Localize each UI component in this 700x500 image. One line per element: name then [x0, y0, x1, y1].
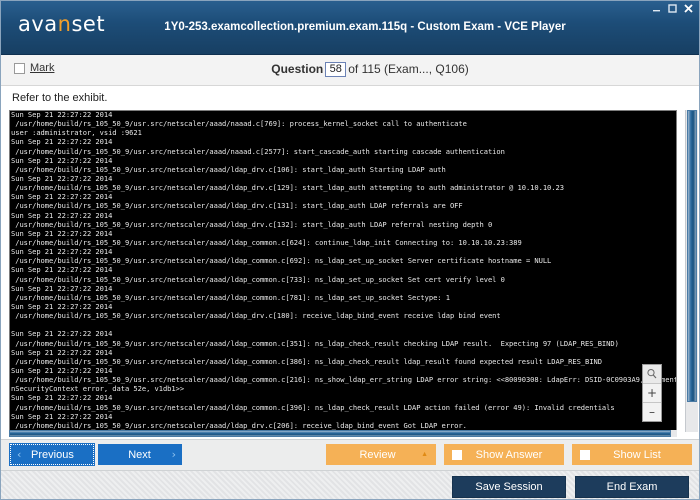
terminal-line: /usr/home/build/rs_105_50_9/usr.src/nets…	[11, 421, 677, 430]
terminal-line: Sun Sep 21 22:27:22 2014	[11, 156, 677, 165]
terminal-line: /usr/home/build/rs_105_50_9/usr.src/nets…	[11, 201, 677, 210]
terminal-line: /usr/home/build/rs_105_50_9/usr.src/nets…	[11, 275, 677, 284]
navigation-toolbar: ‹ Previous Next › Review ▲ Show Answer S…	[1, 439, 699, 471]
horizontal-scrollbar-thumb[interactable]	[9, 430, 671, 437]
window-controls	[651, 3, 694, 14]
magnifier-icon[interactable]	[643, 365, 661, 384]
question-counter: Question58of 115 (Exam..., Q106)	[1, 62, 699, 77]
show-answer-button[interactable]: Show Answer	[444, 444, 564, 465]
footer-bar: Save Session End Exam	[1, 471, 699, 500]
terminal-line: /usr/home/build/rs_105_50_9/usr.src/nets…	[11, 403, 677, 412]
refer-text: Refer to the exhibit.	[12, 92, 107, 104]
previous-button-label: Previous	[21, 449, 83, 461]
terminal-log-text: Sun Sep 21 22:27:22 2014 /usr/home/build…	[10, 110, 677, 432]
terminal-line: /usr/home/build/rs_105_50_9/usr.src/nets…	[11, 165, 677, 174]
review-button-label: Review	[334, 449, 421, 461]
terminal-line: Sun Sep 21 22:27:22 2014	[11, 302, 677, 311]
terminal-line: /usr/home/build/rs_105_50_9/usr.src/nets…	[11, 256, 677, 265]
vce-player-window: avanset 1Y0-253.examcollection.premium.e…	[0, 0, 700, 500]
terminal-line: Sun Sep 21 22:27:22 2014	[11, 137, 677, 146]
terminal-line: /usr/home/build/rs_105_50_9/usr.src/nets…	[11, 238, 677, 247]
end-exam-button[interactable]: End Exam	[575, 476, 689, 498]
terminal-line: /usr/home/build/rs_105_50_9/usr.src/nets…	[11, 119, 677, 128]
minimize-icon[interactable]	[651, 3, 662, 14]
terminal-line: /usr/home/build/rs_105_50_9/usr.src/nets…	[11, 339, 677, 348]
close-icon[interactable]	[683, 3, 694, 14]
terminal-line: /usr/home/build/rs_105_50_9/usr.src/nets…	[11, 375, 677, 384]
content-area: Refer to the exhibit. Sun Sep 21 22:27:2…	[1, 86, 699, 439]
terminal-line: Sun Sep 21 22:27:22 2014	[11, 211, 677, 220]
terminal-line: Sun Sep 21 22:27:22 2014	[11, 229, 677, 238]
caret-up-icon: ▲	[421, 451, 428, 458]
question-word: Question	[271, 62, 323, 76]
question-number-input[interactable]: 58	[325, 62, 346, 77]
terminal-line: Sun Sep 21 22:27:22 2014	[11, 265, 677, 274]
review-button[interactable]: Review ▲	[326, 444, 436, 465]
question-bar: Mark Question58of 115 (Exam..., Q106)	[1, 55, 699, 86]
terminal-line: /usr/home/build/rs_105_50_9/usr.src/nets…	[11, 183, 677, 192]
vertical-scrollbar-thumb[interactable]	[687, 110, 697, 402]
show-answer-label: Show Answer	[462, 449, 556, 461]
chevron-right-icon: ›	[172, 448, 176, 461]
terminal-line: Sun Sep 21 22:27:22 2014	[11, 393, 677, 402]
terminal-line: Sun Sep 21 22:27:22 2014	[11, 110, 677, 119]
terminal-line: Sun Sep 21 22:27:22 2014	[11, 247, 677, 256]
terminal-line: user :administrator, vsid :9621	[11, 128, 677, 137]
window-title: 1Y0-253.examcollection.premium.exam.115q…	[1, 21, 699, 33]
next-button-label: Next	[108, 449, 172, 461]
question-of-text: of 115 (Exam..., Q106)	[348, 62, 469, 76]
terminal-line: Sun Sep 21 22:27:22 2014	[11, 412, 677, 421]
next-button[interactable]: Next ›	[98, 444, 182, 465]
horizontal-scrollbar[interactable]	[9, 430, 677, 437]
terminal-line: /usr/home/build/rs_105_50_9/usr.src/nets…	[11, 357, 677, 366]
zoom-out-button[interactable]: –	[643, 403, 661, 421]
show-list-checkbox[interactable]	[580, 450, 590, 460]
terminal-line: /usr/home/build/rs_105_50_9/usr.src/nets…	[11, 147, 677, 156]
terminal-line: Sun Sep 21 22:27:22 2014	[11, 329, 677, 338]
title-bar: avanset 1Y0-253.examcollection.premium.e…	[1, 1, 699, 55]
previous-button[interactable]: ‹ Previous	[10, 444, 94, 465]
terminal-line: Sun Sep 21 22:27:22 2014	[11, 284, 677, 293]
show-list-button[interactable]: Show List	[572, 444, 692, 465]
save-session-button[interactable]: Save Session	[452, 476, 566, 498]
terminal-line: /usr/home/build/rs_105_50_9/usr.src/nets…	[11, 293, 677, 302]
terminal-line: Sun Sep 21 22:27:22 2014	[11, 174, 677, 183]
terminal-line: Sun Sep 21 22:27:22 2014	[11, 192, 677, 201]
terminal-line: Sun Sep 21 22:27:22 2014	[11, 366, 677, 375]
terminal-line: Sun Sep 21 22:27:22 2014	[11, 348, 677, 357]
terminal-line: nSecurityContext error, data 52e, v1db1>…	[11, 384, 677, 393]
maximize-icon[interactable]	[667, 3, 678, 14]
show-answer-checkbox[interactable]	[452, 450, 462, 460]
vertical-scrollbar[interactable]	[685, 110, 698, 432]
terminal-line	[11, 320, 677, 329]
terminal-line: /usr/home/build/rs_105_50_9/usr.src/nets…	[11, 311, 677, 320]
image-zoom-controls[interactable]: + –	[642, 364, 662, 422]
show-list-label: Show List	[590, 449, 684, 461]
exhibit-image[interactable]: Sun Sep 21 22:27:22 2014 /usr/home/build…	[9, 110, 677, 432]
terminal-line: /usr/home/build/rs_105_50_9/usr.src/nets…	[11, 220, 677, 229]
zoom-in-button[interactable]: +	[643, 384, 661, 403]
